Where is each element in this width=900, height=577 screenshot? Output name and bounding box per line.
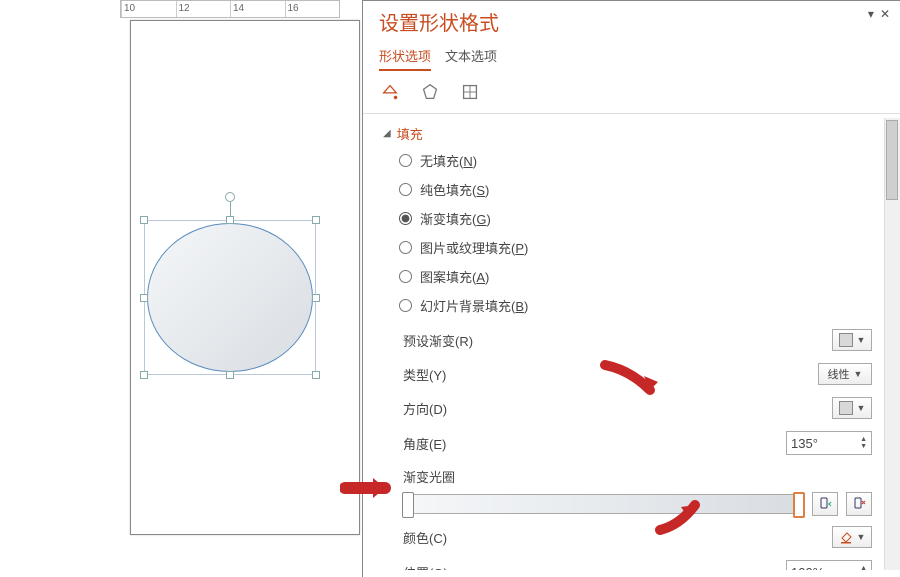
- rotate-handle[interactable]: [225, 192, 235, 202]
- spin-down-icon[interactable]: ▼: [860, 443, 867, 450]
- fill-line-category-icon[interactable]: [379, 81, 401, 103]
- gradient-direction-dropdown[interactable]: ▼: [832, 397, 872, 419]
- ruler-horizontal: 10 12 14 16: [120, 0, 340, 18]
- pane-tabs: 形状选项 文本选项: [363, 36, 900, 71]
- gradient-stop-selected[interactable]: [793, 492, 805, 518]
- radio-solid-fill[interactable]: 纯色填充(S): [399, 180, 900, 199]
- slide-canvas-area: 10 12 14 16: [0, 0, 360, 577]
- label-angle: 角度(E): [403, 434, 786, 453]
- angle-input[interactable]: 135°▲▼: [786, 431, 872, 455]
- format-shape-pane: 设置形状格式 ▾ ✕ 形状选项 文本选项 ◢ 填充 无填充(N) 纯色填充(S)…: [362, 0, 900, 577]
- stop-color-dropdown[interactable]: ▼: [832, 526, 872, 548]
- pane-title: 设置形状格式: [379, 7, 884, 36]
- tab-shape-options[interactable]: 形状选项: [379, 46, 431, 71]
- gradient-type-dropdown[interactable]: 线性▼: [818, 363, 872, 385]
- gradient-stops-track[interactable]: [403, 494, 804, 514]
- annotation-arrow: [600, 360, 660, 400]
- radio-pattern-fill[interactable]: 图案填充(A): [399, 267, 900, 286]
- resize-handle[interactable]: [226, 371, 234, 379]
- selected-shape[interactable]: [144, 220, 316, 375]
- resize-handle[interactable]: [312, 294, 320, 302]
- close-icon[interactable]: ✕: [880, 7, 890, 21]
- label-direction: 方向(D): [403, 399, 832, 418]
- ruler-tick: 12: [179, 3, 190, 14]
- remove-stop-button[interactable]: [846, 492, 872, 516]
- position-input[interactable]: 100%▲▼: [786, 560, 872, 570]
- radio-gradient-fill[interactable]: 渐变填充(G): [399, 209, 900, 228]
- annotation-arrow: [650, 495, 710, 535]
- resize-handle[interactable]: [140, 371, 148, 379]
- section-fill-title[interactable]: 填充: [397, 124, 423, 143]
- ruler-tick: 10: [124, 3, 135, 14]
- label-gradient-stops: 渐变光圈: [369, 461, 900, 488]
- ruler-tick: 16: [288, 3, 299, 14]
- ruler-tick: 14: [233, 3, 244, 14]
- spin-up-icon[interactable]: ▲: [860, 436, 867, 443]
- pane-dropdown-icon[interactable]: ▾: [868, 7, 874, 21]
- gradient-stop[interactable]: [402, 492, 414, 518]
- selection-outline: [144, 220, 316, 375]
- annotation-arrow: [340, 468, 400, 508]
- resize-handle[interactable]: [312, 216, 320, 224]
- label-position: 位置(O): [403, 563, 786, 571]
- tab-text-options[interactable]: 文本选项: [445, 46, 497, 71]
- radio-picture-fill[interactable]: 图片或纹理填充(P): [399, 238, 900, 257]
- spin-up-icon[interactable]: ▲: [860, 565, 867, 570]
- add-stop-button[interactable]: [812, 492, 838, 516]
- label-preset-gradient: 预设渐变(R): [403, 331, 832, 350]
- effects-category-icon[interactable]: [419, 81, 441, 103]
- resize-handle[interactable]: [312, 371, 320, 379]
- resize-handle[interactable]: [140, 294, 148, 302]
- radio-slidebg-fill[interactable]: 幻灯片背景填充(B): [399, 296, 900, 315]
- resize-handle[interactable]: [226, 216, 234, 224]
- pane-scrollbar[interactable]: [884, 118, 900, 570]
- preset-gradient-dropdown[interactable]: ▼: [832, 329, 872, 351]
- scrollbar-thumb[interactable]: [886, 120, 898, 200]
- radio-no-fill[interactable]: 无填充(N): [399, 151, 900, 170]
- collapse-icon[interactable]: ◢: [383, 128, 391, 139]
- paint-bucket-icon: [839, 530, 853, 544]
- resize-handle[interactable]: [140, 216, 148, 224]
- size-properties-category-icon[interactable]: [459, 81, 481, 103]
- label-color: 颜色(C): [403, 528, 832, 547]
